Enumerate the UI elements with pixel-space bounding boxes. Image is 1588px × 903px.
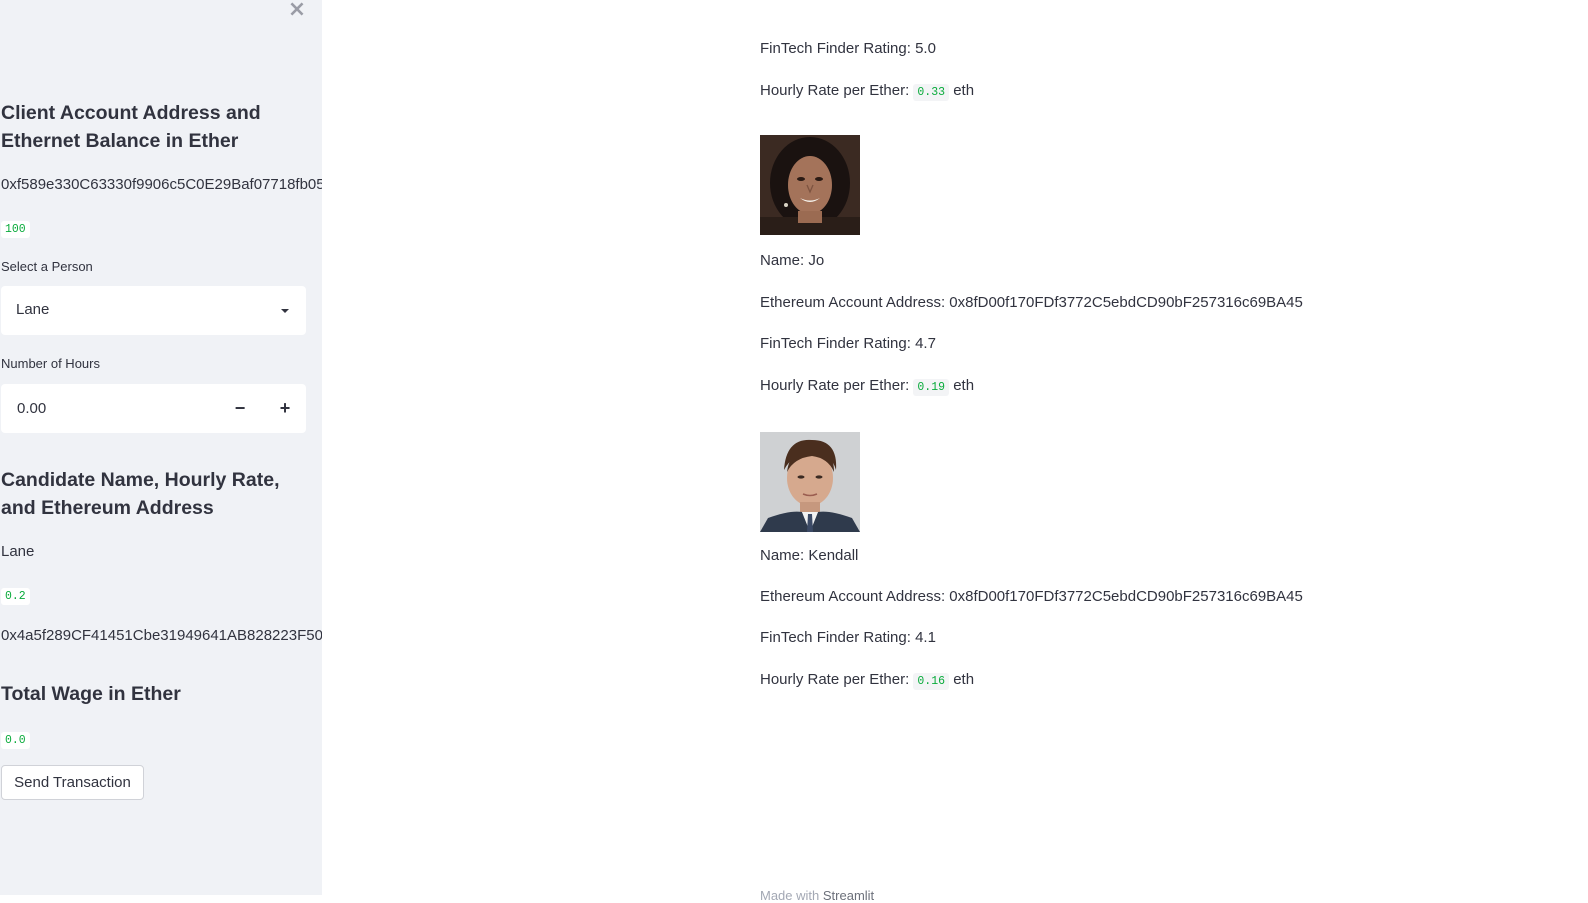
select-person-dropdown[interactable]: Lane [1, 286, 306, 335]
streamlit-link[interactable]: Streamlit [823, 888, 874, 903]
close-sidebar-icon[interactable]: × [286, 0, 308, 22]
top-hourly-rate: Hourly Rate per Ether: 0.33 eth [760, 82, 975, 101]
candidate-rate-jo: Hourly Rate per Ether: 0.19 eth [760, 377, 975, 396]
candidate-rate: 0.2 [1, 586, 30, 605]
rate-unit: eth [953, 671, 975, 688]
rate-value: 0.33 [913, 84, 950, 101]
candidate-address: 0x4a5f289CF41451Cbe31949641AB828223F5029 [1, 627, 322, 644]
candidate-rating-kendall: FinTech Finder Rating: 4.1 [760, 629, 936, 646]
send-transaction-button[interactable]: Send Transaction [1, 765, 144, 800]
increment-button[interactable]: + [273, 396, 297, 420]
candidate-name-jo: Name: Jo [760, 252, 825, 269]
candidate-address-kendall: Ethereum Account Address: 0x8fD00f170FDf… [760, 588, 1303, 605]
top-rating: FinTech Finder Rating: 5.0 [760, 40, 936, 57]
candidate-name-kendall: Name: Kendall [760, 547, 859, 564]
candidate-rating-jo: FinTech Finder Rating: 4.7 [760, 335, 936, 352]
client-address: 0xf589e330C63330f9906c5C0E29Baf07718fb05… [1, 176, 322, 193]
client-balance: 100 [1, 219, 30, 238]
total-wage-value: 0.0 [1, 730, 30, 749]
candidate-address-jo: Ethereum Account Address: 0x8fD00f170FDf… [760, 294, 1303, 311]
hours-number-input[interactable]: 0.00 − + [1, 384, 306, 433]
candidate-rate-kendall: Hourly Rate per Ether: 0.16 eth [760, 671, 975, 690]
rate-value: 0.19 [913, 379, 950, 396]
rate-value: 0.16 [913, 673, 950, 690]
candidate-heading: Candidate Name, Hourly Rate, and Ethereu… [1, 469, 280, 519]
rate-unit: eth [953, 82, 975, 99]
client-account-heading: Client Account Address and Ethernet Bala… [1, 102, 261, 152]
rate-label: Hourly Rate per Ether: [760, 82, 910, 99]
rate-label: Hourly Rate per Ether: [760, 671, 910, 688]
rate-unit: eth [953, 377, 975, 394]
rate-label: Hourly Rate per Ether: [760, 377, 910, 394]
hours-label: Number of Hours [1, 356, 100, 371]
hours-value[interactable]: 0.00 [17, 400, 46, 417]
total-wage-heading: Total Wage in Ether [1, 683, 181, 705]
candidate-photo-jo [760, 135, 860, 235]
candidate-photo-kendall [760, 432, 860, 532]
sidebar: × Client Account Address and Ethernet Ba… [0, 0, 322, 895]
decrement-button[interactable]: − [228, 396, 252, 420]
candidate-name: Lane [1, 543, 35, 560]
chevron-down-icon [281, 309, 289, 313]
select-person-value: Lane [16, 301, 50, 318]
footer-prefix: Made with [760, 888, 820, 903]
select-person-label: Select a Person [1, 259, 93, 274]
footer: Made with Streamlit [760, 888, 874, 903]
